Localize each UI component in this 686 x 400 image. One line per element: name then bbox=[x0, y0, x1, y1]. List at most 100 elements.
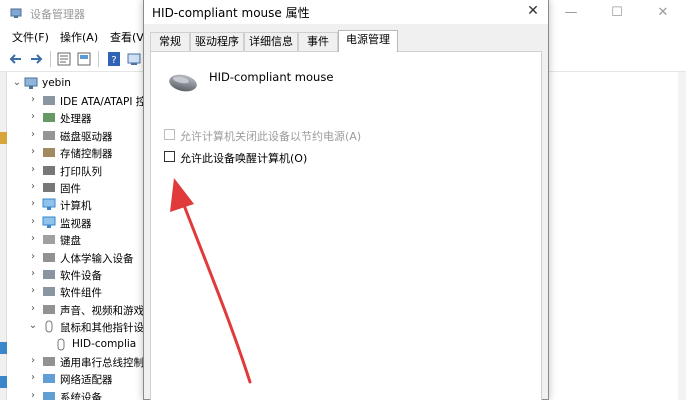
computer-icon bbox=[42, 198, 56, 211]
annotation-arrow-icon bbox=[170, 178, 252, 384]
chevron-right-icon[interactable]: › bbox=[28, 198, 38, 210]
software-device-icon bbox=[43, 270, 55, 279]
tree-item[interactable]: › 磁盘驱动器 bbox=[8, 127, 148, 144]
chevron-right-icon[interactable]: › bbox=[28, 285, 38, 297]
chevron-down-icon[interactable]: ⌄ bbox=[28, 320, 38, 332]
tree-item[interactable]: › 网络适配器 bbox=[8, 370, 148, 387]
tab-driver[interactable]: 驱动程序 bbox=[190, 32, 244, 51]
tab-general[interactable]: 常规 bbox=[150, 32, 190, 51]
allow-power-off-checkbox[interactable] bbox=[164, 129, 175, 140]
allow-wake-option[interactable]: 允许此设备唤醒计算机(O) bbox=[164, 149, 534, 165]
svg-text:?: ? bbox=[111, 55, 116, 66]
tree-item[interactable]: › IDE ATA/ATAPI 控 bbox=[8, 92, 148, 109]
tab-details[interactable]: 详细信息 bbox=[244, 32, 298, 51]
scrollbar[interactable] bbox=[678, 72, 686, 400]
tree-item-label: IDE ATA/ATAPI 控 bbox=[60, 96, 147, 108]
maximize-icon[interactable]: ☐ bbox=[594, 0, 640, 26]
chevron-right-icon[interactable]: › bbox=[28, 233, 38, 245]
system-device-icon bbox=[43, 391, 55, 400]
tree-item-label: 鼠标和其他指针设 bbox=[60, 322, 144, 335]
tree-item[interactable]: › 处理器 bbox=[8, 109, 148, 126]
tree-item-label: 软件设备 bbox=[60, 270, 102, 282]
tree-item[interactable]: › 人体学输入设备 bbox=[8, 249, 148, 266]
usb-icon bbox=[43, 357, 55, 366]
tree-item-label: HID-complia bbox=[72, 337, 137, 350]
print-queue-icon bbox=[43, 165, 55, 175]
allow-power-off-option[interactable]: 允许计算机关闭此设备以节约电源(A) bbox=[164, 127, 534, 143]
properties-icon[interactable] bbox=[56, 51, 72, 67]
help-icon[interactable]: ? bbox=[106, 51, 122, 67]
chevron-right-icon[interactable]: › bbox=[28, 372, 38, 384]
device-manager-title: 设备管理器 bbox=[30, 8, 85, 21]
tree-item[interactable]: › 软件组件 bbox=[8, 283, 148, 300]
chevron-right-icon[interactable]: › bbox=[28, 268, 38, 280]
storage-controller-icon bbox=[43, 148, 55, 158]
tree-item[interactable]: › 计算机 bbox=[8, 196, 148, 213]
tree-item[interactable]: › 键盘 bbox=[8, 231, 148, 248]
allow-power-off-label: 允许计算机关闭此设备以节约电源(A) bbox=[180, 130, 362, 143]
dialog-title: HID-compliant mouse 属性 bbox=[152, 6, 310, 20]
left-pane-edge bbox=[0, 72, 7, 400]
chevron-right-icon[interactable]: › bbox=[28, 303, 38, 315]
tree-item-label: 人体学输入设备 bbox=[60, 252, 134, 265]
edge-marker bbox=[0, 376, 7, 388]
computer-icon bbox=[24, 77, 38, 89]
mouse-icon bbox=[169, 74, 197, 92]
tree-item[interactable]: › 系统设备 bbox=[8, 388, 148, 400]
tree-item-label: 存储控制器 bbox=[60, 148, 113, 161]
ide-controller-icon bbox=[43, 96, 55, 105]
tree-item[interactable]: › 存储控制器 bbox=[8, 144, 148, 161]
tab-power-management[interactable]: 电源管理 bbox=[338, 30, 398, 52]
chevron-down-icon[interactable]: ⌄ bbox=[12, 77, 22, 89]
chevron-right-icon[interactable]: › bbox=[28, 355, 38, 367]
scan-hardware-icon[interactable] bbox=[126, 51, 142, 67]
tree-item[interactable]: › 通用串行总线控制 bbox=[8, 353, 148, 370]
tree-item-label: 网络适配器 bbox=[60, 374, 113, 387]
keyboard-icon bbox=[43, 235, 55, 245]
edge-marker bbox=[0, 132, 7, 144]
tree-item[interactable]: HID-complia bbox=[8, 336, 148, 353]
menu-action[interactable]: 操作(A) bbox=[60, 29, 98, 45]
tree-root-label: yebin bbox=[42, 77, 71, 89]
device-name: HID-compliant mouse bbox=[209, 70, 334, 84]
chevron-right-icon[interactable]: › bbox=[28, 251, 38, 263]
monitor-icon bbox=[42, 216, 56, 228]
disk-drive-icon bbox=[43, 130, 55, 140]
toolbar-separator bbox=[50, 51, 51, 67]
device-list-icon[interactable] bbox=[76, 51, 92, 67]
tree-item[interactable]: › 打印队列 bbox=[8, 162, 148, 179]
close-icon[interactable]: ✕ bbox=[518, 0, 548, 22]
mouse-icon bbox=[57, 338, 65, 351]
tree-item[interactable]: › 软件设备 bbox=[8, 266, 148, 283]
tree-item-label: 声音、视频和游戏 bbox=[60, 304, 144, 317]
device-tree: ⌄ yebin › IDE ATA/ATAPI 控 › 处理器 › 磁盘驱动器 › 存储控制器… bbox=[8, 73, 148, 400]
mouse-icon bbox=[45, 320, 53, 333]
chevron-right-icon[interactable]: › bbox=[28, 129, 38, 141]
tree-item-label: 固件 bbox=[60, 183, 81, 195]
tree-item[interactable]: › 固件 bbox=[8, 179, 148, 196]
tree-root[interactable]: ⌄ yebin bbox=[8, 75, 148, 92]
chevron-right-icon[interactable]: › bbox=[28, 390, 38, 400]
minimize-icon[interactable]: — bbox=[548, 0, 594, 26]
back-arrow-icon[interactable] bbox=[8, 51, 24, 67]
tree-item[interactable]: › 监视器 bbox=[8, 214, 148, 231]
software-component-icon bbox=[43, 287, 55, 297]
tree-item-label: 监视器 bbox=[60, 217, 92, 230]
forward-arrow-icon[interactable] bbox=[28, 51, 44, 67]
chevron-right-icon[interactable]: › bbox=[28, 94, 38, 106]
chevron-right-icon[interactable]: › bbox=[28, 146, 38, 158]
tree-item-label: 处理器 bbox=[60, 113, 92, 126]
edge-marker bbox=[0, 342, 7, 354]
device-manager-icon bbox=[10, 8, 22, 18]
chevron-right-icon[interactable]: › bbox=[28, 111, 38, 123]
menu-file[interactable]: 文件(F) bbox=[12, 29, 49, 45]
tab-events[interactable]: 事件 bbox=[298, 32, 338, 51]
tree-item[interactable]: ⌄ 鼠标和其他指针设 bbox=[8, 318, 148, 335]
chevron-right-icon[interactable]: › bbox=[28, 181, 38, 193]
chevron-right-icon[interactable]: › bbox=[28, 164, 38, 176]
toolbar-separator bbox=[98, 51, 99, 67]
close-icon[interactable]: ✕ bbox=[640, 0, 686, 26]
allow-wake-checkbox[interactable] bbox=[164, 151, 175, 162]
chevron-right-icon[interactable]: › bbox=[28, 216, 38, 228]
tree-item[interactable]: › 声音、视频和游戏 bbox=[8, 301, 148, 318]
